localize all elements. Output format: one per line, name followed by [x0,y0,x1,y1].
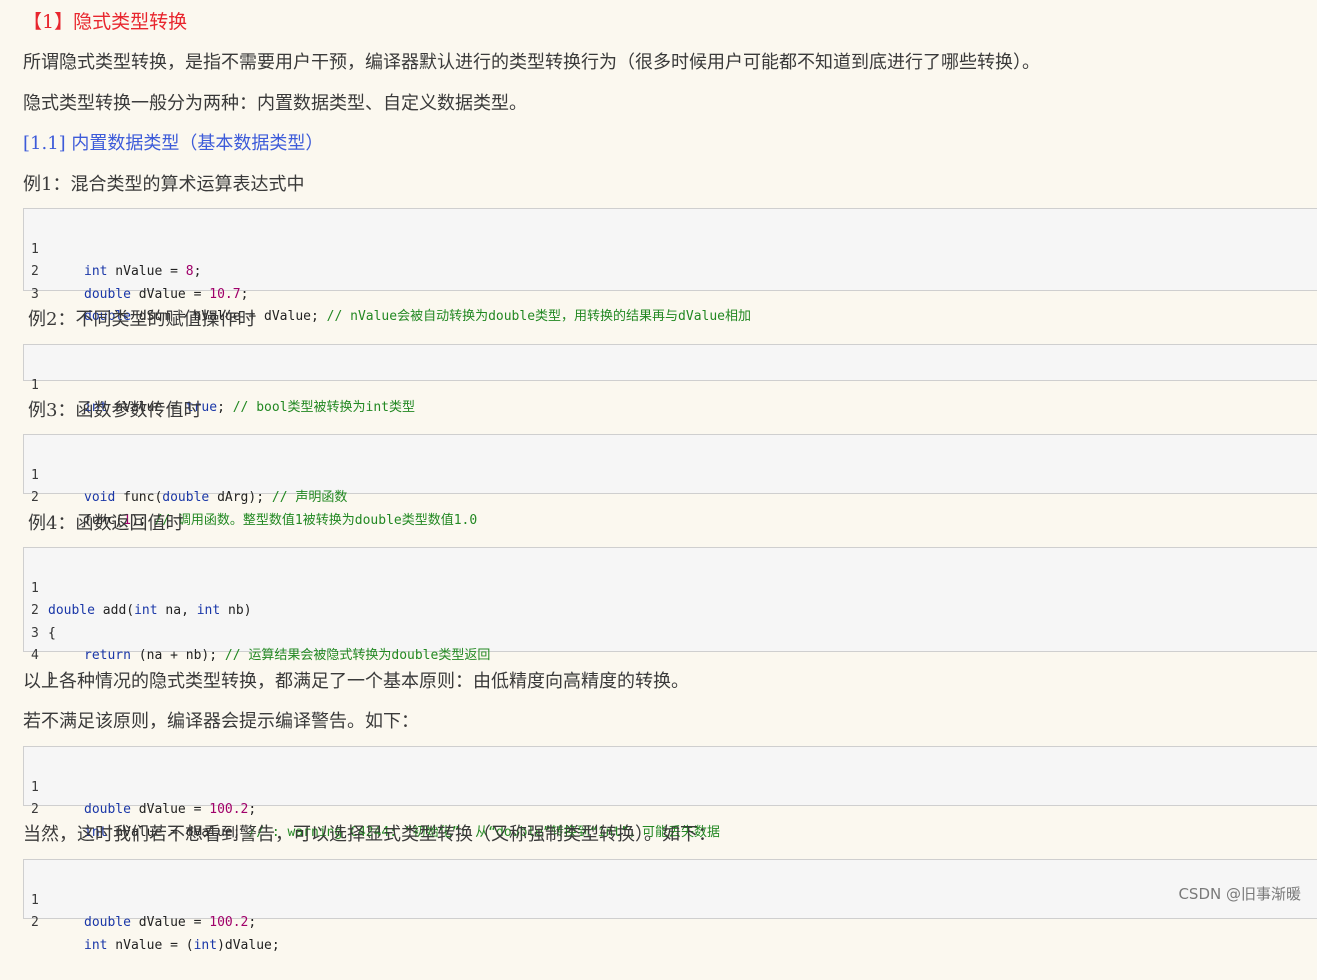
summary-paragraph-2: 若不满足该原则，编译器会提示编译警告。如下： [23,711,419,732]
code-block-5: 1 double dValue = 100.2; 2 int nValue = … [23,746,1317,840]
section-heading: 【1】隐式类型转换 [23,11,188,33]
code-line: 1 double add(int na, int nb) [31,580,252,619]
code-line: 2 func(1); // 调用函数。整型数值1被转换为double类型数值1.… [31,490,478,528]
code-line: 4 } [31,648,56,686]
code-block-4: 1 double add(int na, int nb) 2 { 3 retur… [23,547,1317,686]
summary-paragraph-1: 以上各种情况的隐式类型转换，都满足了一个基本原则：由低精度向高精度的转换。 [23,671,689,692]
intro-paragraph-2: 隐式类型转换一般分为两种：内置数据类型、自定义数据类型。 [23,93,527,114]
code-line: 1 double dValue = 100.2; [31,779,257,818]
code-block-1: 1 int nValue = 8; 2 double dValue = 10.7… [23,208,1317,325]
example-1-title: 例1：混合类型的算术运算表达式中 [23,174,305,195]
intro-paragraph-1: 所谓隐式类型转换，是指不需要用户干预，编译器默认进行的类型转换行为（很多时候用户… [23,52,1040,73]
code-line: 2 int nValue = (int)dValue; [31,915,280,953]
example-2-title: 例2：不同类型的赋值操作时 [28,309,256,330]
code-line: 1 void func(double dArg); // 声明函数 [31,467,348,506]
code-line: 3 return (na + nb); // 运算结果会被隐式转换为double… [31,625,491,664]
example-4-title: 例4：函数返回值时 [28,513,184,534]
code-line: 1 double dValue = 100.2; [31,892,257,931]
subsection-heading: [1.1] 内置数据类型（基本数据类型） [23,133,324,154]
code-block-2: 1 int nValue = true; // bool类型被转换为int类型 [23,344,1317,416]
code-line: 3 double dSum = nValue + dValue; // nVal… [31,286,752,325]
csdn-watermark: CSDN @旧事渐暖 [1178,885,1301,903]
code-line: 2 { [31,603,56,641]
code-block-3: 1 void func(double dArg); // 声明函数 2 func… [23,434,1317,528]
summary-paragraph-3: 当然，这时我们若不想看到警告，可以选择显式类型转换（又称强制类型转换）。如下： [23,824,716,845]
code-block-6: 1 double dValue = 100.2; 2 int nValue = … [23,859,1317,953]
code-line: 2 int nValue = dValue; // : warning C424… [31,802,720,840]
example-3-title: 例3：函数参数传值时 [28,400,202,421]
code-line: 2 double dValue = 10.7; [31,264,249,302]
code-line: 1 int nValue = true; // bool类型被转换为int类型 [31,377,416,416]
code-line: 1 int nValue = 8; [31,241,202,280]
